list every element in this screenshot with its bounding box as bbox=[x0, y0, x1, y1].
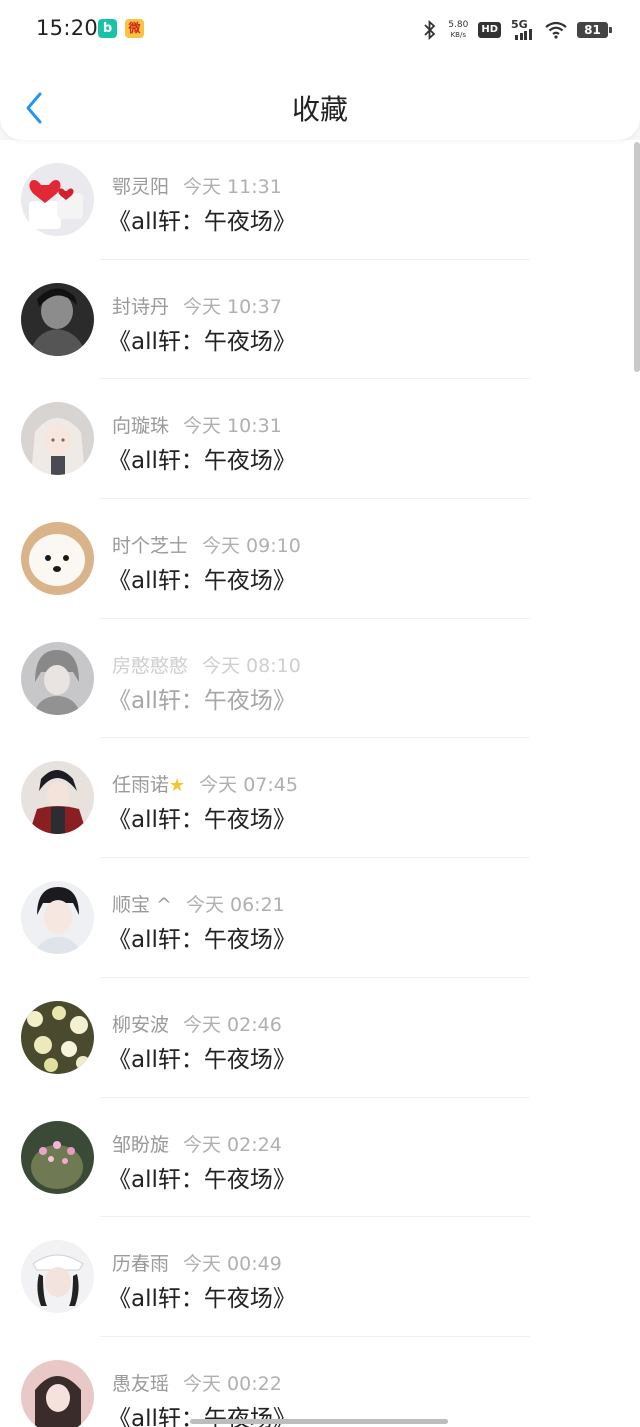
favorites-screen: 15:20 b 微 5.80 KB/s HD 5G 81 收藏 鄂灵阳 今天 1… bbox=[0, 0, 640, 1427]
scrollbar[interactable] bbox=[634, 142, 640, 372]
user-name: 历春雨 bbox=[112, 1253, 170, 1276]
item-title: 《all轩：午夜场》 bbox=[108, 568, 296, 595]
avatar[interactable] bbox=[21, 282, 94, 356]
timestamp: 今天 02:46 bbox=[183, 1013, 282, 1036]
item-title: 《all轩：午夜场》 bbox=[108, 209, 296, 235]
list-item[interactable]: 封诗丹 今天 10:37 《all轩：午夜场》 bbox=[0, 260, 640, 380]
user-name: 柳安波 bbox=[112, 1013, 170, 1036]
weibo-app-icon: 微 bbox=[125, 19, 144, 38]
item-meta: 时个芝士 今天 09:10 bbox=[112, 531, 301, 558]
net-speed-value: 5.80 bbox=[448, 20, 469, 30]
timestamp: 今天 02:24 bbox=[183, 1133, 282, 1156]
user-name: 邹盼旋 bbox=[112, 1133, 170, 1156]
user-name: 任雨诺 bbox=[112, 774, 170, 797]
timestamp: 今天 00:49 bbox=[183, 1253, 282, 1276]
user-name: 愚友瑶 bbox=[112, 1372, 170, 1395]
avatar[interactable] bbox=[21, 402, 94, 476]
avatar[interactable] bbox=[21, 1120, 94, 1194]
item-meta: 顺宝 ^ 今天 06:21 bbox=[112, 890, 285, 917]
item-title: 《all轩：午夜场》 bbox=[108, 328, 296, 355]
item-title: 《all轩：午夜场》 bbox=[108, 1166, 296, 1193]
avatar[interactable] bbox=[21, 761, 94, 835]
avatar[interactable] bbox=[21, 522, 94, 596]
item-title: 《all轩：午夜场》 bbox=[108, 1046, 296, 1073]
avatar[interactable] bbox=[21, 1359, 94, 1427]
user-name: 鄂灵阳 bbox=[112, 176, 170, 198]
user-name: 顺宝 ^ bbox=[112, 894, 172, 917]
wifi-icon bbox=[545, 21, 567, 39]
list-item[interactable]: 邹盼旋 今天 02:24 《all轩：午夜场》 bbox=[0, 1098, 640, 1218]
status-indicators: 5.80 KB/s HD 5G 81 bbox=[422, 16, 612, 44]
bilibili-app-icon: b bbox=[98, 19, 117, 38]
list-item[interactable]: 鄂灵阳 今天 11:31 《all轩：午夜场》 bbox=[0, 140, 640, 260]
timestamp: 今天 07:45 bbox=[199, 774, 298, 797]
list-item[interactable]: 柳安波 今天 02:46 《all轩：午夜场》 bbox=[0, 978, 640, 1098]
avatar[interactable] bbox=[21, 881, 94, 955]
page-title: 收藏 bbox=[291, 93, 348, 126]
bluetooth-icon bbox=[424, 20, 436, 40]
item-meta: 柳安波 今天 02:46 bbox=[112, 1010, 282, 1037]
list-item[interactable]: 愚友瑶 今天 00:22 《all轩：午夜场》 bbox=[0, 1337, 640, 1427]
item-meta: 任雨诺★ 今天 07:45 bbox=[112, 770, 298, 797]
item-meta: 向璇珠 今天 10:31 bbox=[112, 411, 282, 438]
home-indicator[interactable] bbox=[190, 1419, 448, 1424]
status-bar: 15:20 b 微 5.80 KB/s HD 5G 81 bbox=[0, 0, 640, 60]
user-name: 时个芝士 bbox=[112, 535, 189, 558]
item-title: 《all轩：午夜场》 bbox=[108, 927, 296, 954]
item-title: 《all轩：午夜场》 bbox=[108, 1286, 296, 1313]
avatar[interactable] bbox=[21, 163, 94, 236]
list-item[interactable]: 顺宝 ^ 今天 06:21 《all轩：午夜场》 bbox=[0, 858, 640, 978]
item-meta: 历春雨 今天 00:49 bbox=[112, 1249, 282, 1276]
net-speed: 5.80 KB/s bbox=[448, 20, 468, 40]
item-title: 《all轩：午夜场》 bbox=[108, 807, 296, 834]
timestamp: 今天 06:21 bbox=[185, 894, 285, 917]
item-title: 《all轩：午夜场》 bbox=[108, 448, 296, 475]
sparkle-icon: ★ bbox=[169, 775, 186, 797]
avatar[interactable] bbox=[21, 641, 94, 715]
battery-icon: 81 bbox=[577, 22, 612, 38]
timestamp: 今天 00:22 bbox=[183, 1372, 282, 1395]
user-name: 向璇珠 bbox=[112, 415, 170, 438]
item-meta: 房憨憨憨 今天 08:10 bbox=[112, 651, 301, 678]
list-item[interactable]: 历春雨 今天 00:49 《all轩：午夜场》 bbox=[0, 1217, 640, 1337]
favorites-list: 鄂灵阳 今天 11:31 《all轩：午夜场》 封诗丹 今天 10:37 《all轩… bbox=[0, 140, 640, 1427]
list-item[interactable]: 向璇珠 今天 10:31 《all轩：午夜场》 bbox=[0, 379, 640, 500]
hd-badge: HD bbox=[478, 22, 501, 38]
avatar[interactable] bbox=[21, 1000, 94, 1074]
item-meta: 愚友瑶 今天 00:22 bbox=[112, 1369, 282, 1396]
user-name: 封诗丹 bbox=[112, 295, 170, 318]
item-meta: 封诗丹 今天 10:37 bbox=[112, 292, 282, 319]
battery-level: 81 bbox=[584, 23, 601, 37]
item-title: 《all轩：午夜场》 bbox=[108, 687, 296, 714]
item-meta: 鄂灵阳 今天 11:31 bbox=[112, 172, 282, 199]
cellular-signal-icon: 5G bbox=[511, 18, 535, 40]
timestamp: 今天 10:31 bbox=[183, 415, 282, 438]
net-speed-unit: KB/s bbox=[450, 31, 466, 39]
item-meta: 邹盼旋 今天 02:24 bbox=[112, 1130, 282, 1157]
list-item[interactable]: 时个芝士 今天 09:10 《all轩：午夜场》 bbox=[0, 499, 640, 619]
list-item[interactable]: 任雨诺★ 今天 07:45 《all轩：午夜场》 bbox=[0, 738, 640, 859]
list-item[interactable]: 房憨憨憨 今天 08:10 《all轩：午夜场》 bbox=[0, 619, 640, 739]
status-time: 15:20 bbox=[36, 16, 99, 40]
user-name: 房憨憨憨 bbox=[112, 654, 189, 677]
timestamp: 今天 08:10 bbox=[202, 654, 301, 677]
timestamp: 今天 09:10 bbox=[202, 535, 301, 558]
avatar[interactable] bbox=[21, 1240, 94, 1314]
timestamp: 今天 11:31 bbox=[183, 176, 282, 198]
nav-bar: 收藏 bbox=[0, 72, 640, 142]
header: 15:20 b 微 5.80 KB/s HD 5G 81 收藏 bbox=[0, 0, 640, 140]
timestamp: 今天 10:37 bbox=[183, 295, 282, 318]
